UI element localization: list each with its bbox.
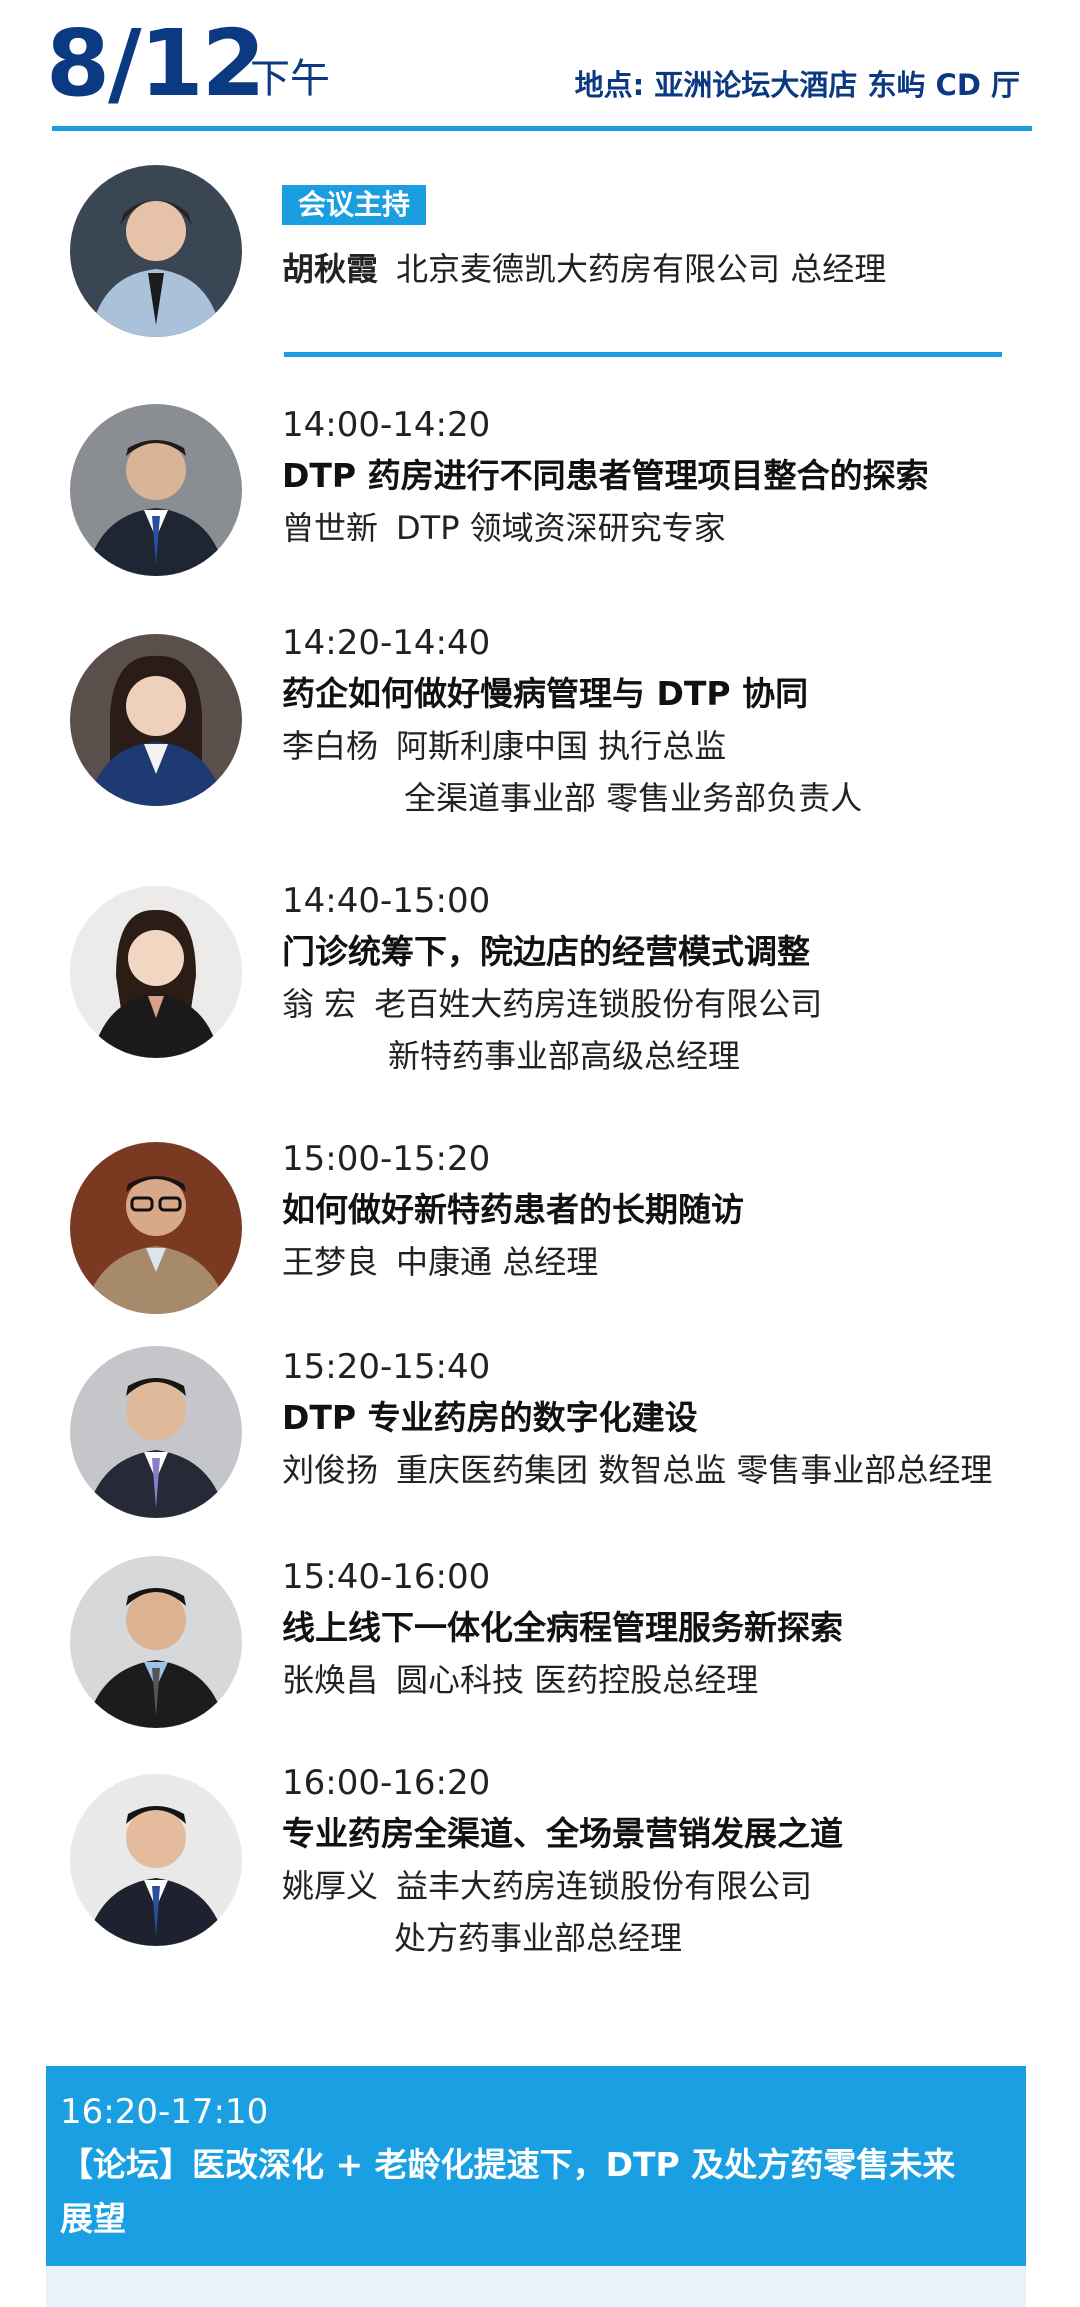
- speaker-role: 老百姓大药房连锁股份有限公司: [374, 985, 823, 1023]
- host-badge: 会议主持: [282, 185, 427, 225]
- host-section: 会议主持 胡秋霞 北京麦德凯大药房有限公司 总经理: [0, 165, 1080, 365]
- session-speaker: 姚厚义 益丰大药房连锁股份有限公司: [282, 1860, 843, 1912]
- session-speaker: 刘俊扬 重庆医药集团 数智总监 零售事业部总经理: [282, 1444, 992, 1496]
- speaker-role: 益丰大药房连锁股份有限公司: [396, 1867, 813, 1905]
- speaker-name: 姚厚义: [282, 1867, 379, 1905]
- speaker-avatar: [70, 1774, 242, 1946]
- speaker-name: 曾世新: [282, 509, 379, 547]
- speaker-name: 张焕昌: [282, 1661, 379, 1699]
- session-title: DTP 药房进行不同患者管理项目整合的探索: [282, 456, 929, 495]
- speaker-name: 翁 宏: [282, 985, 357, 1023]
- host-divider: [284, 352, 1002, 357]
- session-speaker: 翁 宏老百姓大药房连锁股份有限公司: [282, 978, 822, 1030]
- session-time: 14:20-14:40: [282, 623, 491, 663]
- session-title: DTP 专业药房的数字化建设: [282, 1398, 698, 1437]
- speaker-role: 圆心科技 医药控股总经理: [396, 1661, 759, 1699]
- session-title: 线上线下一体化全病程管理服务新探索: [282, 1608, 843, 1647]
- speaker-avatar: [70, 886, 242, 1058]
- host-name: 胡秋霞: [282, 250, 379, 288]
- header-divider: [52, 126, 1032, 131]
- speaker-role: DTP 领域资深研究专家: [396, 509, 726, 547]
- session-time: 16:00-16:20: [282, 1763, 491, 1803]
- page-header: 8/12 下午 地点: 亚洲论坛大酒店 东屿 CD 厅: [0, 0, 1080, 140]
- session-speaker: 李白杨 阿斯利康中国 执行总监: [282, 720, 862, 772]
- session-time: 14:00-14:20: [282, 405, 491, 445]
- speaker-role-secondary: 处方药事业部总经理: [394, 1919, 683, 1957]
- session-title: 专业药房全渠道、全场景营销发展之道: [282, 1814, 843, 1853]
- event-venue: 地点: 亚洲论坛大酒店 东屿 CD 厅: [574, 68, 1020, 102]
- forum-banner: 16:20-17:10 【论坛】医改深化 + 老龄化提速下，DTP 及处方药零售…: [46, 2066, 1026, 2266]
- forum-title: 【论坛】医改深化 + 老龄化提速下，DTP 及处方药零售未来展望: [60, 2145, 956, 2238]
- session-title: 如何做好新特药患者的长期随访: [282, 1190, 744, 1229]
- forum-time: 16:20-17:10: [60, 2092, 269, 2132]
- session-time: 15:40-16:00: [282, 1557, 491, 1597]
- speaker-role: 重庆医药集团 数智总监 零售事业部总经理: [396, 1451, 993, 1489]
- speaker-name: 王梦良: [282, 1243, 379, 1281]
- speaker-role-secondary: 全渠道事业部 零售业务部负责人: [404, 779, 863, 817]
- session-time: 15:00-15:20: [282, 1139, 491, 1179]
- session-title: 药企如何做好慢病管理与 DTP 协同: [282, 674, 809, 713]
- event-period: 下午: [250, 56, 330, 102]
- host-org: 北京麦德凯大药房有限公司 总经理: [396, 250, 887, 288]
- speaker-avatar: [70, 1346, 242, 1518]
- speaker-role-secondary: 新特药事业部高级总经理: [388, 1037, 741, 1075]
- speaker-avatar: [70, 1142, 242, 1314]
- speaker-name: 李白杨: [282, 727, 379, 765]
- forum-panel: [46, 2266, 1026, 2307]
- speaker-avatar: [70, 404, 242, 576]
- speaker-role: 阿斯利康中国 执行总监: [396, 727, 727, 765]
- session-time: 14:40-15:00: [282, 881, 491, 921]
- speaker-avatar: [70, 1556, 242, 1728]
- host-info: 胡秋霞 北京麦德凯大药房有限公司 总经理: [282, 243, 886, 295]
- session-speaker: 王梦良 中康通 总经理: [282, 1236, 744, 1288]
- event-date: 8/12: [46, 10, 266, 117]
- speaker-role: 中康通 总经理: [396, 1243, 599, 1281]
- session-time: 15:20-15:40: [282, 1347, 491, 1387]
- host-avatar: [70, 165, 242, 337]
- session-speaker: 曾世新 DTP 领域资深研究专家: [282, 502, 929, 554]
- session-title: 门诊统筹下，院边店的经营模式调整: [282, 932, 810, 971]
- session-speaker: 张焕昌 圆心科技 医药控股总经理: [282, 1654, 843, 1706]
- speaker-avatar: [70, 634, 242, 806]
- speaker-name: 刘俊扬: [282, 1451, 379, 1489]
